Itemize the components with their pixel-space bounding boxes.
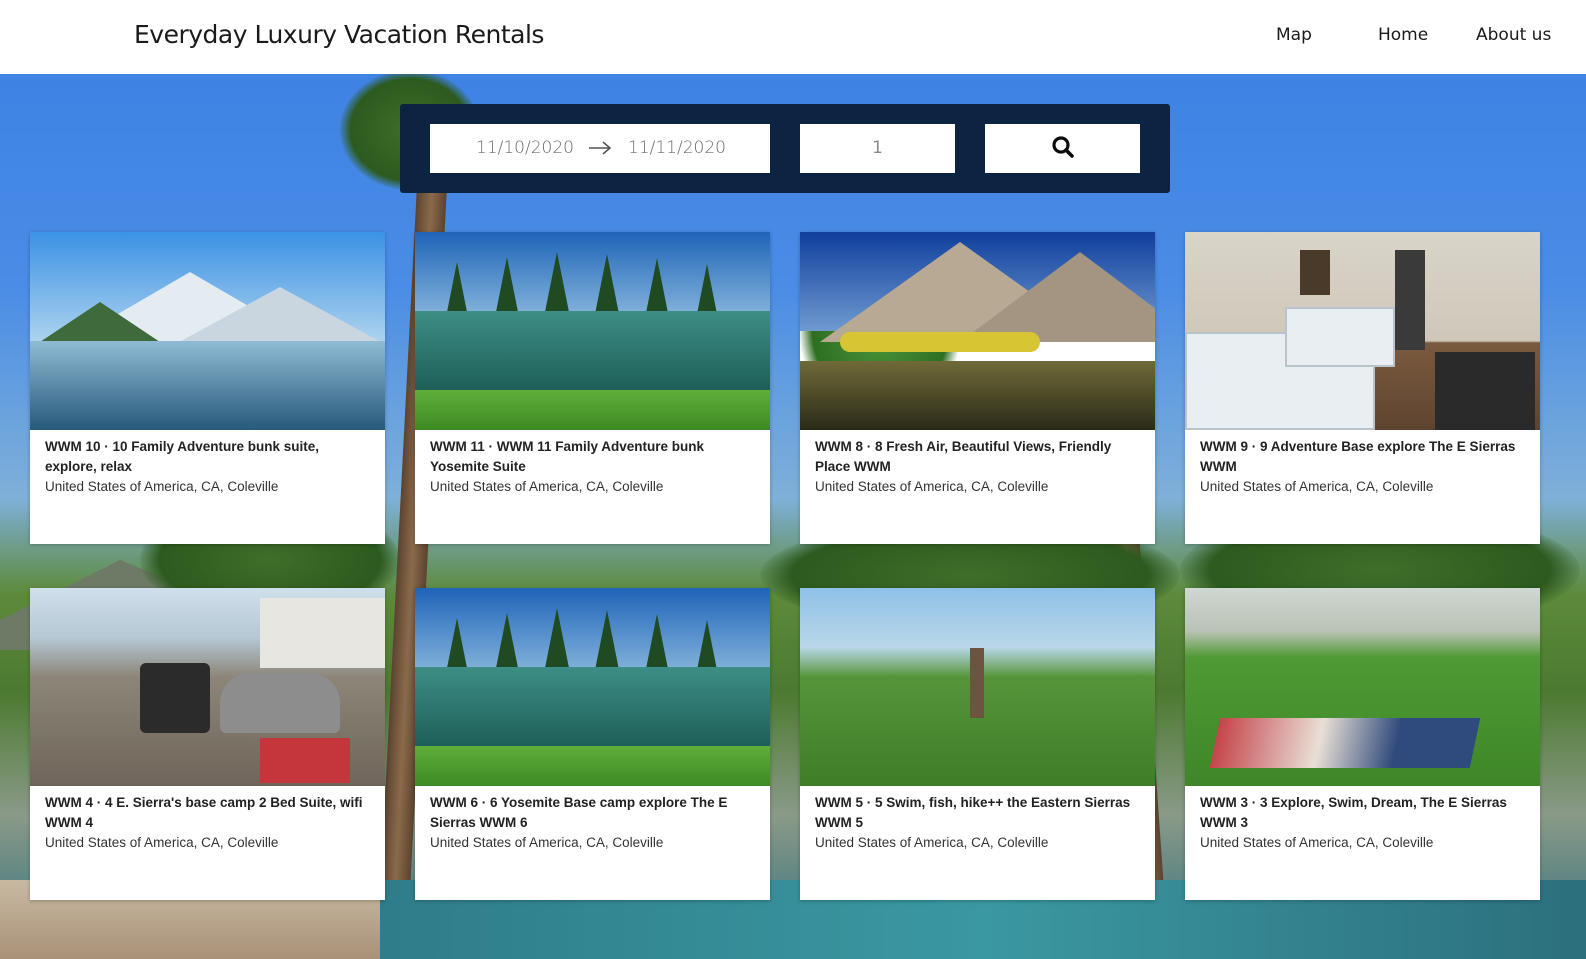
listing-title[interactable]: WWM 9 · 9 Adventure Base explore The E S… bbox=[1200, 437, 1525, 477]
listing-card[interactable]: WWM 5 · 5 Swim, fish, hike++ the Eastern… bbox=[800, 588, 1155, 900]
listing-location: United States of America, CA, Coleville bbox=[45, 479, 279, 494]
listing-title[interactable]: WWM 6 · 6 Yosemite Base camp explore The… bbox=[430, 793, 755, 833]
search-panel: 11/10/2020 11/11/2020 1 bbox=[400, 104, 1170, 193]
listing-photo[interactable] bbox=[800, 588, 1155, 786]
listing-card[interactable]: WWM 8 · 8 Fresh Air, Beautiful Views, Fr… bbox=[800, 232, 1155, 544]
listing-title[interactable]: WWM 5 · 5 Swim, fish, hike++ the Eastern… bbox=[815, 793, 1140, 833]
listing-card[interactable]: WWM 10 · 10 Family Adventure bunk suite,… bbox=[30, 232, 385, 544]
listing-location: United States of America, CA, Coleville bbox=[815, 479, 1049, 494]
date-range-picker[interactable]: 11/10/2020 11/11/2020 bbox=[430, 124, 770, 173]
listing-title[interactable]: WWM 3 · 3 Explore, Swim, Dream, The E Si… bbox=[1200, 793, 1525, 833]
nav-home-link[interactable]: Home bbox=[1378, 25, 1428, 45]
nav-about-link[interactable]: About us bbox=[1476, 25, 1551, 45]
listing-photo[interactable] bbox=[1185, 232, 1540, 430]
top-header: Everyday Luxury Vacation Rentals Map Hom… bbox=[0, 0, 1586, 74]
listing-title[interactable]: WWM 4 · 4 E. Sierra's base camp 2 Bed Su… bbox=[45, 793, 370, 833]
arrow-right-icon bbox=[588, 140, 612, 161]
end-date-value[interactable]: 11/11/2020 bbox=[628, 138, 726, 158]
listing-card[interactable]: WWM 3 · 3 Explore, Swim, Dream, The E Si… bbox=[1185, 588, 1540, 900]
guests-input[interactable]: 1 bbox=[800, 124, 955, 173]
listing-photo[interactable] bbox=[415, 232, 770, 430]
listing-title[interactable]: WWM 10 · 10 Family Adventure bunk suite,… bbox=[45, 437, 370, 477]
listing-card[interactable]: WWM 4 · 4 E. Sierra's base camp 2 Bed Su… bbox=[30, 588, 385, 900]
listing-location: United States of America, CA, Coleville bbox=[1200, 479, 1434, 494]
listing-location: United States of America, CA, Coleville bbox=[430, 479, 664, 494]
listing-title[interactable]: WWM 8 · 8 Fresh Air, Beautiful Views, Fr… bbox=[815, 437, 1140, 477]
listing-card[interactable]: WWM 11 · WWM 11 Family Adventure bunk Yo… bbox=[415, 232, 770, 544]
listing-location: United States of America, CA, Coleville bbox=[45, 835, 279, 850]
listing-photo[interactable] bbox=[415, 588, 770, 786]
search-icon bbox=[1051, 135, 1075, 162]
listing-title[interactable]: WWM 11 · WWM 11 Family Adventure bunk Yo… bbox=[430, 437, 755, 477]
listing-location: United States of America, CA, Coleville bbox=[815, 835, 1049, 850]
listing-card[interactable]: WWM 6 · 6 Yosemite Base camp explore The… bbox=[415, 588, 770, 900]
listing-card[interactable]: WWM 9 · 9 Adventure Base explore The E S… bbox=[1185, 232, 1540, 544]
search-button[interactable] bbox=[985, 124, 1140, 173]
brand-title[interactable]: Everyday Luxury Vacation Rentals bbox=[134, 20, 544, 49]
listing-photo[interactable] bbox=[800, 232, 1155, 430]
listing-photo[interactable] bbox=[30, 232, 385, 430]
listing-photo[interactable] bbox=[1185, 588, 1540, 786]
listing-photo[interactable] bbox=[30, 588, 385, 786]
nav-map-link[interactable]: Map bbox=[1276, 25, 1312, 45]
listing-location: United States of America, CA, Coleville bbox=[430, 835, 664, 850]
listing-location: United States of America, CA, Coleville bbox=[1200, 835, 1434, 850]
start-date-value[interactable]: 11/10/2020 bbox=[476, 138, 574, 158]
